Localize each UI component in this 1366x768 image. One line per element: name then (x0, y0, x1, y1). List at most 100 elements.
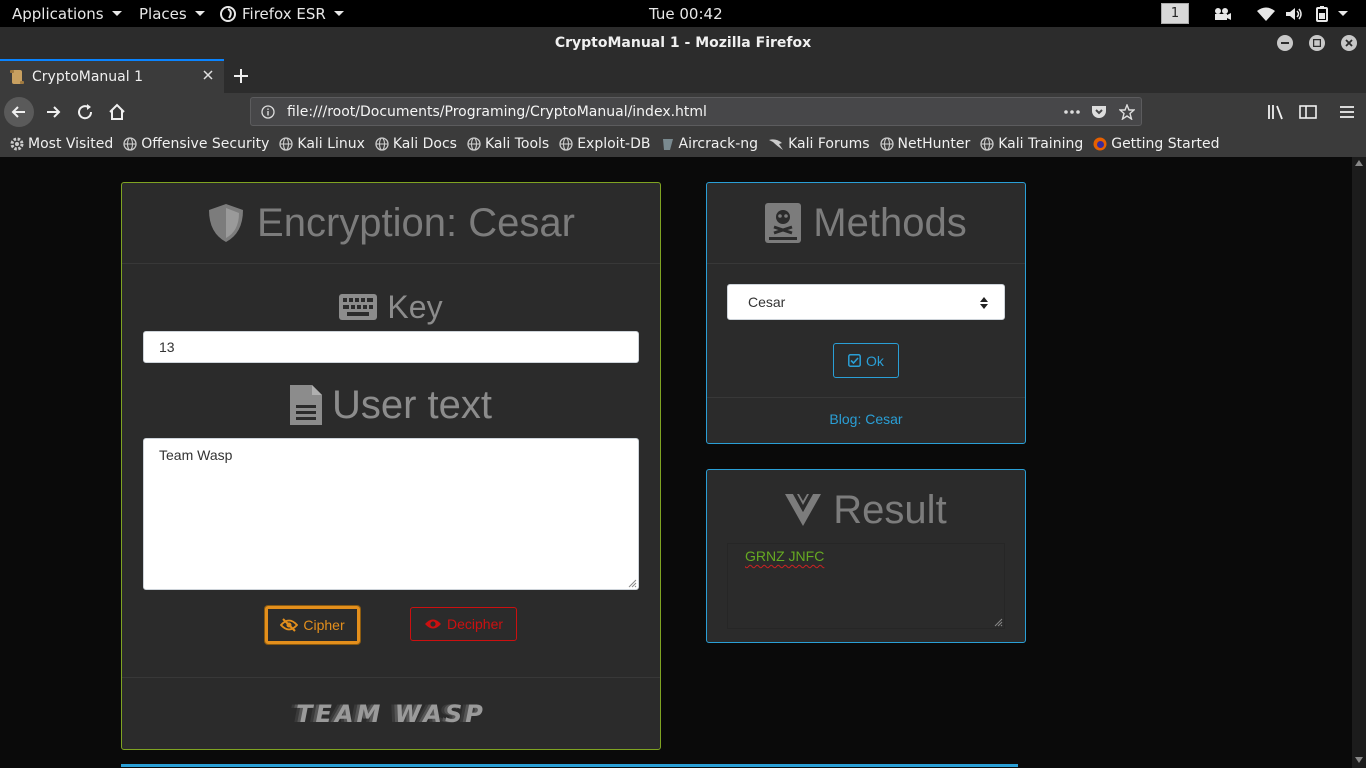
select-arrows-icon (980, 297, 988, 309)
minimize-button[interactable] (1277, 35, 1293, 51)
bookmark-kali-forums[interactable]: Kali Forums (768, 136, 870, 152)
team-wasp-logo-text: TEAM WASP (296, 700, 486, 728)
bookmark-exploit-db[interactable]: Exploit-DB (559, 136, 651, 152)
bookmark-label: Most Visited (28, 136, 114, 152)
methods-card-footer-divider (707, 397, 1025, 398)
new-tab-button[interactable] (231, 66, 251, 86)
method-select-value: Cesar (748, 294, 786, 310)
key-label: Key (387, 288, 443, 325)
bookmark-nethunter[interactable]: NetHunter (879, 136, 971, 152)
clock[interactable]: Tue 00:42 (649, 0, 723, 27)
bookmark-getting-started[interactable]: Getting Started (1093, 136, 1219, 152)
resize-handle-icon[interactable] (627, 578, 637, 588)
result-textarea[interactable]: GRNZ JNFC (727, 543, 1005, 629)
methods-title: Methods (813, 200, 967, 245)
bookmark-star-icon[interactable] (1119, 104, 1135, 120)
ok-button[interactable]: Ok (833, 343, 899, 378)
info-icon[interactable] (261, 104, 275, 119)
bookmark-aircrack-ng[interactable]: Aircrack-ng (661, 136, 759, 152)
forward-button[interactable] (38, 97, 68, 127)
firefox-label: Firefox ESR (242, 4, 326, 23)
scroll-favicon-icon (10, 69, 24, 85)
window-titlebar[interactable]: CryptoManual 1 - Mozilla Firefox (0, 27, 1366, 59)
bookmark-label: Getting Started (1111, 136, 1220, 152)
encryption-card: Encryption: Cesar Key 13 User text Team … (121, 182, 661, 750)
globe-icon (279, 137, 294, 151)
maximize-button[interactable] (1309, 35, 1325, 51)
tab-label: CryptoManual 1 (32, 69, 143, 85)
method-select[interactable]: Cesar (727, 284, 1005, 320)
url-bar[interactable]: file:///root/Documents/Programing/Crypto… (250, 97, 1142, 126)
encryption-title: Encryption: Cesar (257, 200, 575, 245)
video-camera-icon[interactable] (1213, 0, 1231, 27)
globe-icon (980, 137, 994, 151)
aircrack-icon (661, 137, 675, 151)
navigation-toolbar: file:///root/Documents/Programing/Crypto… (0, 93, 1366, 131)
tab-close-icon[interactable] (202, 69, 214, 81)
library-icon[interactable] (1261, 97, 1291, 127)
user-text-label: User text (331, 382, 493, 427)
home-button[interactable] (102, 97, 132, 127)
page-actions-icon[interactable] (1063, 105, 1081, 119)
firefox-icon (220, 5, 236, 22)
bookmark-label: Kali Linux (297, 136, 365, 152)
wifi-icon[interactable] (1257, 0, 1275, 27)
decipher-button[interactable]: Decipher (410, 607, 517, 641)
battery-icon (1314, 5, 1330, 22)
key-section-title: Key (122, 287, 660, 327)
close-window-button[interactable] (1341, 35, 1357, 51)
bookmark-label: Offensive Security (141, 136, 270, 152)
page-scrollbar[interactable] (1352, 157, 1366, 768)
tab-cryptomanual[interactable]: CryptoManual 1 (0, 59, 224, 93)
team-wasp-logo: TEAM WASP (122, 697, 660, 731)
key-input[interactable]: 13 (143, 331, 639, 363)
check-square-icon (848, 354, 861, 367)
bookmark-label: Kali Tools (484, 136, 550, 152)
globe-icon (123, 137, 137, 151)
url-text: file:///root/Documents/Programing/Crypto… (287, 103, 707, 120)
bookmark-kali-docs[interactable]: Kali Docs (375, 136, 457, 152)
cipher-button[interactable]: Cipher (265, 606, 360, 644)
result-card: Result GRNZ JNFC (706, 469, 1026, 643)
keyboard-icon (339, 294, 378, 320)
system-menu[interactable] (1314, 0, 1348, 27)
globe-icon (375, 137, 389, 151)
chevron-down-icon (111, 11, 122, 16)
pocket-icon[interactable] (1091, 104, 1107, 120)
sidebar-icon[interactable] (1293, 97, 1323, 127)
applications-menu[interactable]: Applications (12, 0, 122, 27)
bookmark-label: Aircrack-ng (678, 136, 759, 152)
tab-strip: CryptoManual 1 (0, 59, 1366, 93)
user-text-textarea[interactable]: Team Wasp (143, 438, 639, 590)
scroll-down-icon[interactable] (1355, 757, 1363, 763)
back-button[interactable] (4, 97, 34, 127)
bookmark-most-visited[interactable]: Most Visited (10, 136, 113, 152)
places-menu[interactable]: Places (139, 0, 205, 27)
vuejs-icon (785, 494, 822, 526)
firefox-icon (1093, 137, 1107, 151)
bookmark-label: NetHunter (897, 136, 971, 152)
volume-icon[interactable] (1285, 0, 1303, 27)
bookmark-kali-training[interactable]: Kali Training (980, 136, 1083, 152)
result-card-header: Result (707, 474, 1025, 546)
blog-link[interactable]: Blog: Cesar (707, 411, 1025, 427)
eye-icon (424, 618, 442, 630)
reload-button[interactable] (70, 97, 100, 127)
partial-card-edge (121, 764, 1018, 767)
resize-handle-icon[interactable] (993, 617, 1003, 627)
firefox-app-menu[interactable]: Firefox ESR (220, 0, 344, 27)
scroll-up-icon[interactable] (1355, 160, 1363, 166)
bookmark-kali-linux[interactable]: Kali Linux (279, 136, 365, 152)
encryption-card-header: Encryption: Cesar (122, 183, 660, 264)
ok-label: Ok (866, 352, 884, 369)
window-title: CryptoManual 1 - Mozilla Firefox (554, 35, 812, 51)
chevron-down-icon (333, 11, 344, 16)
workspace-indicator[interactable]: 1 (1161, 3, 1189, 24)
result-title: Result (833, 487, 947, 532)
methods-card-header: Methods (707, 183, 1025, 264)
bookmark-kali-tools[interactable]: Kali Tools (467, 136, 549, 152)
bookmark-offensive-security[interactable]: Offensive Security (123, 136, 269, 152)
kali-dragon-icon (768, 137, 784, 151)
hamburger-menu-icon[interactable] (1332, 97, 1362, 127)
skull-book-icon (765, 203, 802, 243)
